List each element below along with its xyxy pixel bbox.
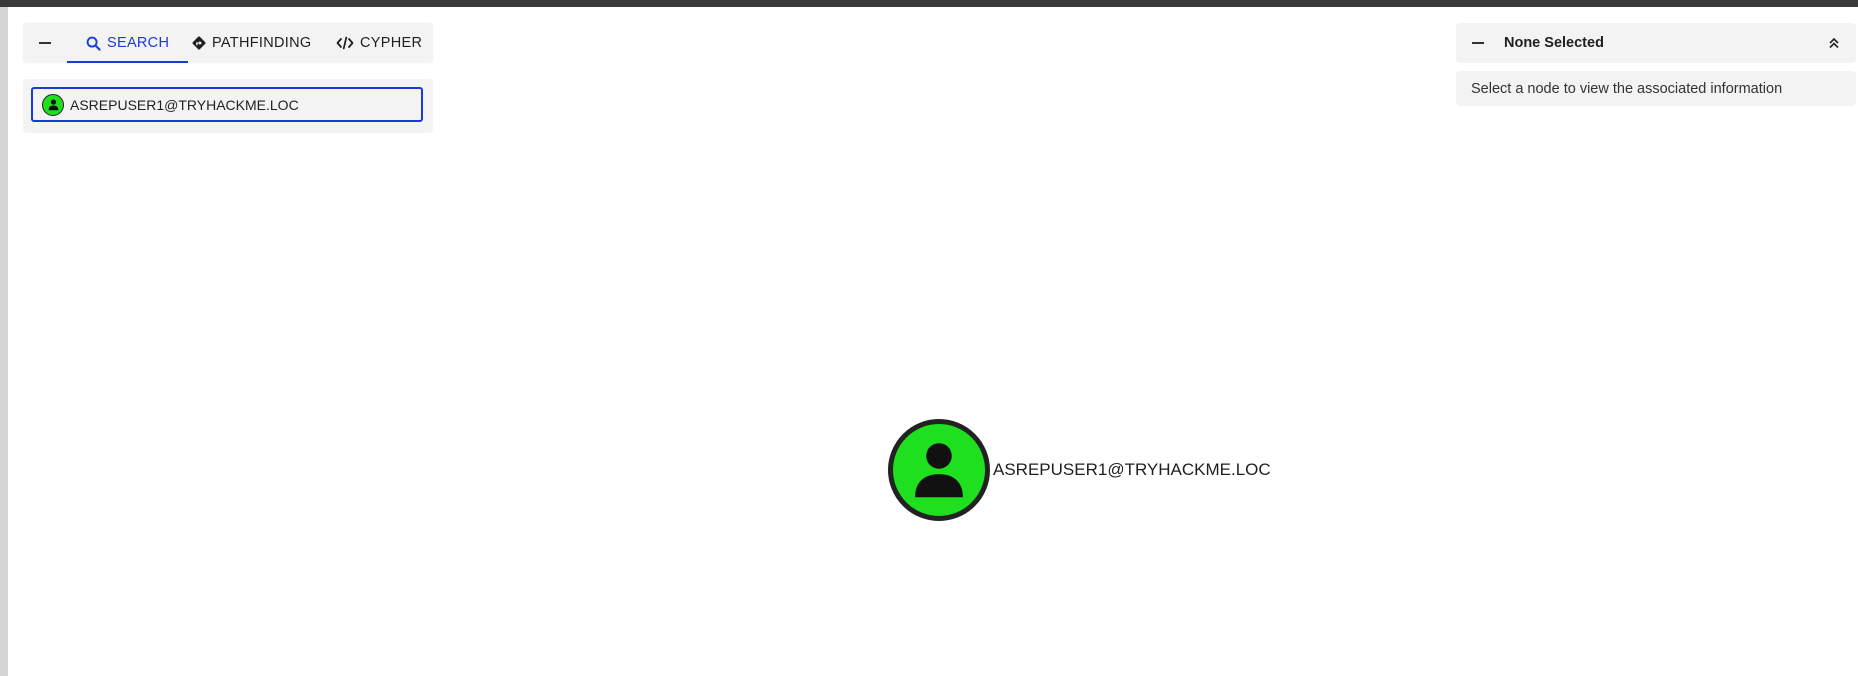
tab-cypher[interactable]: CYPHER (328, 23, 432, 63)
tab-cypher-label: CYPHER (360, 35, 423, 51)
tab-pathfinding[interactable]: PATHFINDING (188, 23, 328, 63)
tab-search[interactable]: SEARCH (67, 23, 188, 63)
tab-search-label: SEARCH (107, 35, 170, 51)
info-panel-title: None Selected (1504, 35, 1604, 51)
search-panel-header: SEARCH PATHFINDING CYPHER (23, 23, 433, 63)
minus-icon (1472, 42, 1484, 44)
search-box-container (23, 79, 433, 133)
tab-pathfinding-label: PATHFINDING (212, 35, 312, 51)
search-field[interactable] (31, 87, 423, 122)
code-icon (336, 36, 354, 50)
double-chevron-up-icon (1829, 37, 1839, 49)
user-icon (915, 443, 963, 498)
window-left-edge (0, 7, 8, 676)
graph-node-user[interactable] (888, 419, 990, 521)
search-panel-collapse-button[interactable] (23, 23, 67, 63)
user-icon (42, 93, 64, 116)
minus-icon (39, 42, 51, 44)
search-icon (86, 36, 101, 51)
directions-icon (192, 36, 206, 50)
window-top-bar (0, 0, 1858, 7)
graph-node-label: ASREPUSER1@TRYHACKME.LOC (993, 460, 1271, 479)
node-info-panel-header: None Selected (1456, 23, 1856, 63)
info-panel-message: Select a node to view the associated inf… (1471, 80, 1783, 97)
info-panel-expand-button[interactable] (1812, 23, 1856, 63)
search-input[interactable] (70, 96, 410, 113)
node-info-panel-body: Select a node to view the associated inf… (1456, 71, 1856, 106)
info-panel-collapse-button[interactable] (1456, 23, 1500, 63)
